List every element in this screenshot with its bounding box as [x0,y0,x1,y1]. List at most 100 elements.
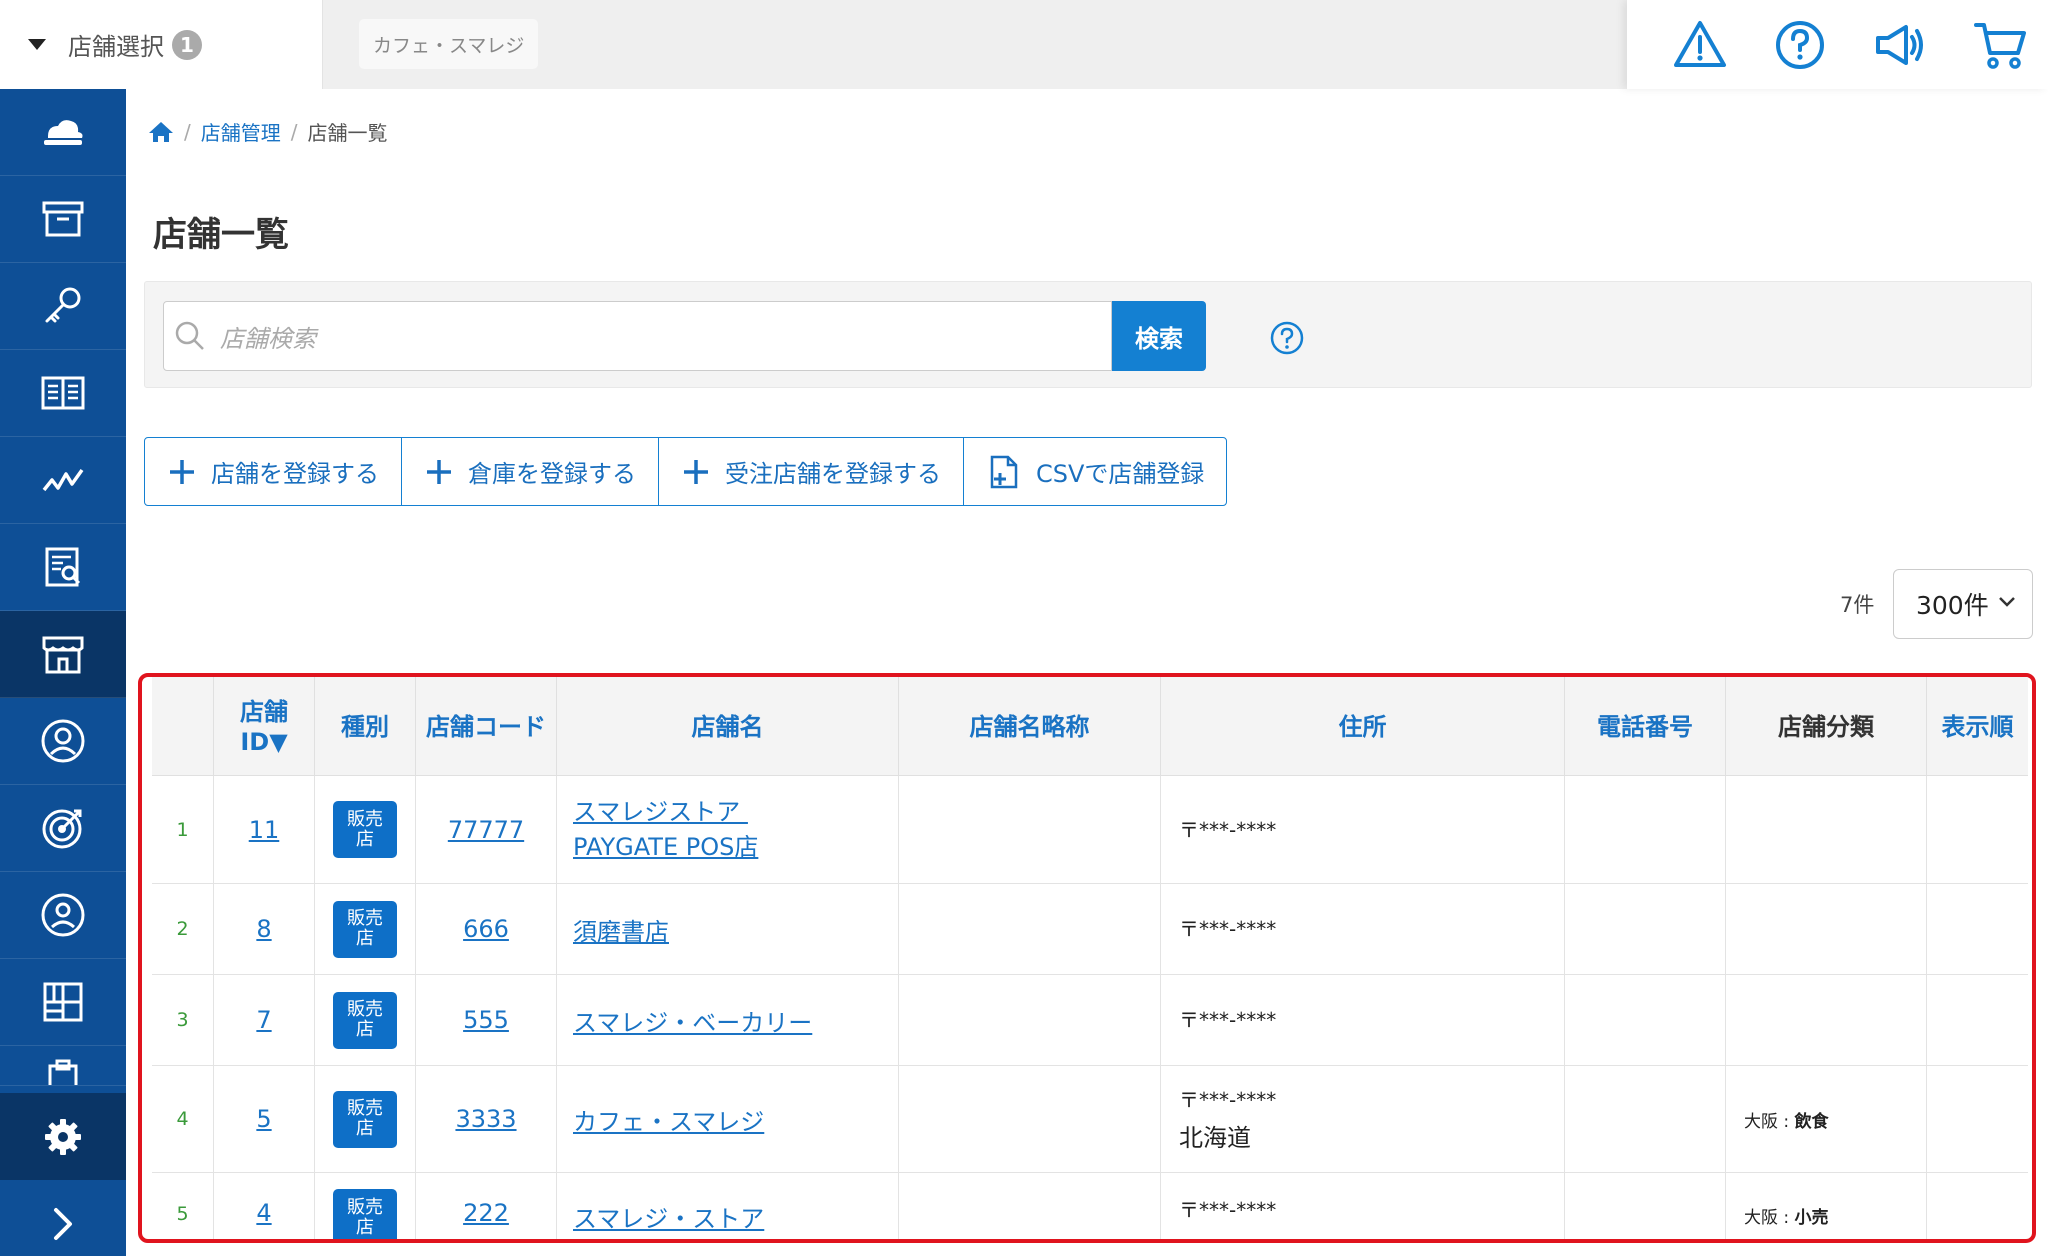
breadcrumb-store-management[interactable]: 店舗管理 [201,117,281,146]
badge-line1: 販売 [347,1098,383,1119]
header-display-order[interactable]: 表示順 [1926,677,2028,776]
top-bar: 店舗選択 1 カフェ・スマレジ [0,0,2048,89]
display-order-cell [1926,1066,2028,1172]
phone-cell [1564,884,1725,974]
breadcrumb: / 店舗管理 / 店舗一覧 [148,117,388,146]
sidebar-item-report[interactable] [0,524,126,611]
type-cell: 販売店 [314,975,415,1065]
display-order-cell [1926,1173,2028,1239]
category-value: 小売 [1794,1208,1829,1228]
add-order-store-button[interactable]: 受注店舗を登録する [659,438,964,505]
address-cell: 〒***-**** [1160,776,1564,883]
header-category: 店舗分類 [1725,677,1926,776]
sidebar-item-book[interactable] [0,350,126,437]
sidebar-item-analytics[interactable] [0,437,126,524]
top-icon-group [1627,0,2048,89]
header-address[interactable]: 住所 [1160,677,1564,776]
short-name-cell [898,1173,1160,1239]
zip-code: 〒***-**** [1179,1087,1277,1112]
csv-register-button[interactable]: CSVで店舗登録 [964,438,1226,505]
prefecture: 北海道 [1179,1123,1251,1152]
store-code-link[interactable]: 3333 [455,1105,516,1133]
type-badge: 販売店 [333,1189,397,1239]
header-type[interactable]: 種別 [314,677,415,776]
store-name-line2: PAYGATE POS店 [573,832,759,861]
badge-line1: 販売 [347,908,383,929]
sidebar-item-customer[interactable] [0,872,126,959]
store-name-link[interactable]: 須磨書店 [573,912,669,947]
store-code-link[interactable]: 666 [463,915,509,943]
caret-down-icon [28,39,46,50]
type-cell: 販売店 [314,1173,415,1239]
store-name-link[interactable]: スマレジストア PAYGATE POS店 [573,795,758,865]
header-store-code[interactable]: 店舗コード [415,677,556,776]
store-code-link[interactable]: 555 [463,1006,509,1034]
store-id-link[interactable]: 4 [256,1199,271,1227]
store-name-link[interactable]: スマレジ・ベーカリー [573,1003,812,1038]
user-circle-icon [41,719,85,763]
zip-code: 〒***-**** [1179,917,1277,941]
short-name-cell [898,975,1160,1065]
header-phone[interactable]: 電話番号 [1564,677,1725,776]
home-icon[interactable] [148,120,174,144]
store-code-link[interactable]: 222 [463,1199,509,1227]
store-id-link[interactable]: 8 [256,915,271,943]
type-cell: 販売店 [314,776,415,883]
grid-icon [43,982,83,1022]
per-page-select[interactable]: 300件 [1893,569,2033,639]
sidebar-item-target[interactable] [0,785,126,872]
sidebar-expand[interactable] [0,1180,126,1256]
store-code-link[interactable]: 77777 [448,816,524,844]
search-input[interactable]: 店舗検索 [163,301,1112,371]
add-warehouse-button[interactable]: 倉庫を登録する [402,438,659,505]
type-cell: 販売店 [314,1066,415,1172]
table-row: 4 5 販売店 3333 カフェ・スマレジ 〒***-**** 北海道 大阪 : … [152,1066,2028,1173]
current-store-chip[interactable]: カフェ・スマレジ [359,19,539,69]
sidebar-item-stores[interactable] [0,611,126,698]
sidebar-item-apps[interactable] [0,959,126,1046]
type-badge: 販売店 [333,801,397,858]
row-number: 1 [176,818,189,841]
type-badge: 販売店 [333,900,397,958]
add-store-button[interactable]: 店舗を登録する [145,438,402,505]
sidebar-item-key[interactable] [0,263,126,350]
breadcrumb-separator: / [290,119,298,144]
warning-icon[interactable] [1672,17,1728,73]
cart-icon[interactable] [1972,17,2028,73]
store-selector[interactable]: 店舗選択 1 [0,0,323,89]
help-icon[interactable] [1269,320,1305,356]
short-name-cell [898,776,1160,883]
sidebar-item-cloud[interactable] [0,89,126,176]
sidebar-settings[interactable] [0,1093,126,1180]
add-order-store-label: 受注店舗を登録する [725,460,941,488]
store-id-link[interactable]: 11 [249,816,280,844]
store-name-line1: スマレジストア [573,797,748,826]
sidebar-item-clipboard[interactable] [0,1046,126,1086]
store-id-link[interactable]: 5 [256,1105,271,1133]
store-table: 店舗 ID▼ 種別 店舗コード 店舗名 店舗名略称 住所 電話番号 店舗分類 表… [138,673,2036,1243]
sidebar-item-archive[interactable] [0,176,126,263]
category-cell [1725,884,1926,974]
archive-box-icon [42,201,84,237]
address-cell: 〒***-**** [1160,884,1564,974]
category-prefix: 大阪 : [1744,1208,1795,1228]
store-id-link[interactable]: 7 [256,1006,271,1034]
key-icon [45,287,81,323]
header-store-name[interactable]: 店舗名 [556,677,898,776]
sidebar-item-staff[interactable] [0,698,126,785]
help-icon[interactable] [1772,17,1828,73]
header-short-name[interactable]: 店舗名略称 [898,677,1160,776]
header-store-id[interactable]: 店舗 ID▼ [213,677,314,776]
table-row: 3 7 販売店 555 スマレジ・ベーカリー 〒***-**** [152,975,2028,1066]
row-number: 2 [176,918,189,940]
line-chart-icon [42,468,84,492]
megaphone-icon[interactable] [1872,17,1928,73]
header-store-id-line1: 店舗 [240,697,288,726]
badge-line1: 販売 [347,999,383,1020]
search-button[interactable]: 検索 [1112,301,1206,371]
store-name-link[interactable]: カフェ・スマレジ [573,1102,764,1137]
store-name-link[interactable]: スマレジ・ストア [573,1199,764,1234]
plus-icon [684,459,708,484]
phone-cell [1564,776,1725,883]
store-code-cell: 222 [415,1173,556,1239]
